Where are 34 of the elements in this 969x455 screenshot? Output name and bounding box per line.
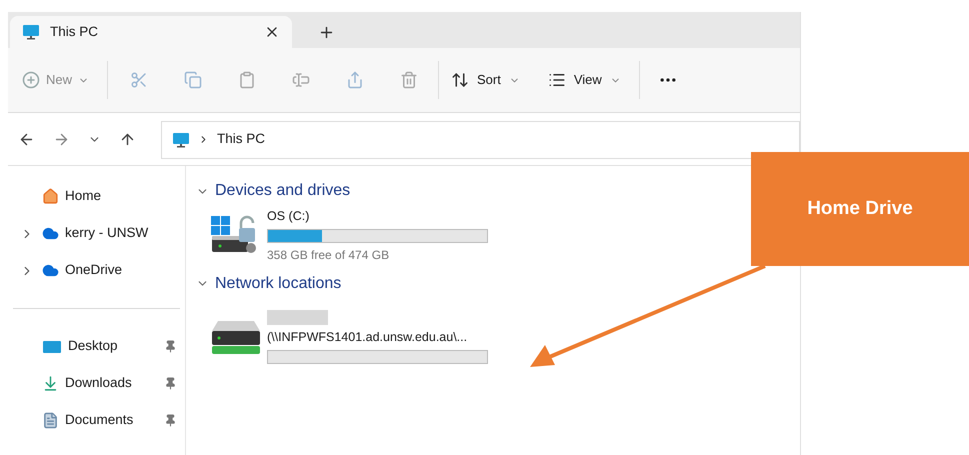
section-heading: Devices and drives [215,181,350,201]
view-button[interactable]: View [548,70,621,90]
home-icon [42,188,59,205]
sidebar-item[interactable]: Documents [42,410,164,431]
section-heading: Network locations [215,274,342,294]
callout-label: Home Drive [807,196,913,221]
address-bar[interactable]: This PC [161,120,800,158]
document-icon [42,412,59,429]
drive-item[interactable]: (\\INFPWFS1401.ad.unsw.edu.au\... [267,310,488,364]
breadcrumb[interactable]: This PC [217,129,266,150]
drive-caption: 358 GB free of 474 GB [267,246,390,264]
plus-circle-icon [22,71,40,89]
sidebar-item[interactable]: Desktop [42,336,164,357]
list-icon [548,71,566,89]
back-icon[interactable] [18,131,35,148]
sidebar-item[interactable]: Downloads [42,373,164,394]
tab-label: This PC [50,22,100,41]
cloud-icon [42,225,59,242]
up-icon[interactable] [119,131,136,148]
cloud-icon [42,262,59,279]
drive-name: OS (C:) [267,208,310,225]
drive-item[interactable]: OS (C:) 358 GB free of 474 GB [267,207,488,264]
sidebar-item[interactable]: Home [42,186,177,207]
computer-icon [22,23,40,41]
sidebar-item[interactable]: OneDrive [42,260,177,281]
download-icon [42,375,59,392]
desktop-icon [42,338,62,354]
sort-icon [451,71,470,89]
sidebar-item[interactable]: kerry - UNSW [42,223,177,244]
computer-icon [172,130,190,148]
drive-name: (\\INFPWFS1401.ad.unsw.edu.au\... [267,328,468,346]
sort-button[interactable]: Sort [451,70,520,90]
forward-icon[interactable] [53,131,70,148]
tab[interactable]: This PC [10,16,292,48]
